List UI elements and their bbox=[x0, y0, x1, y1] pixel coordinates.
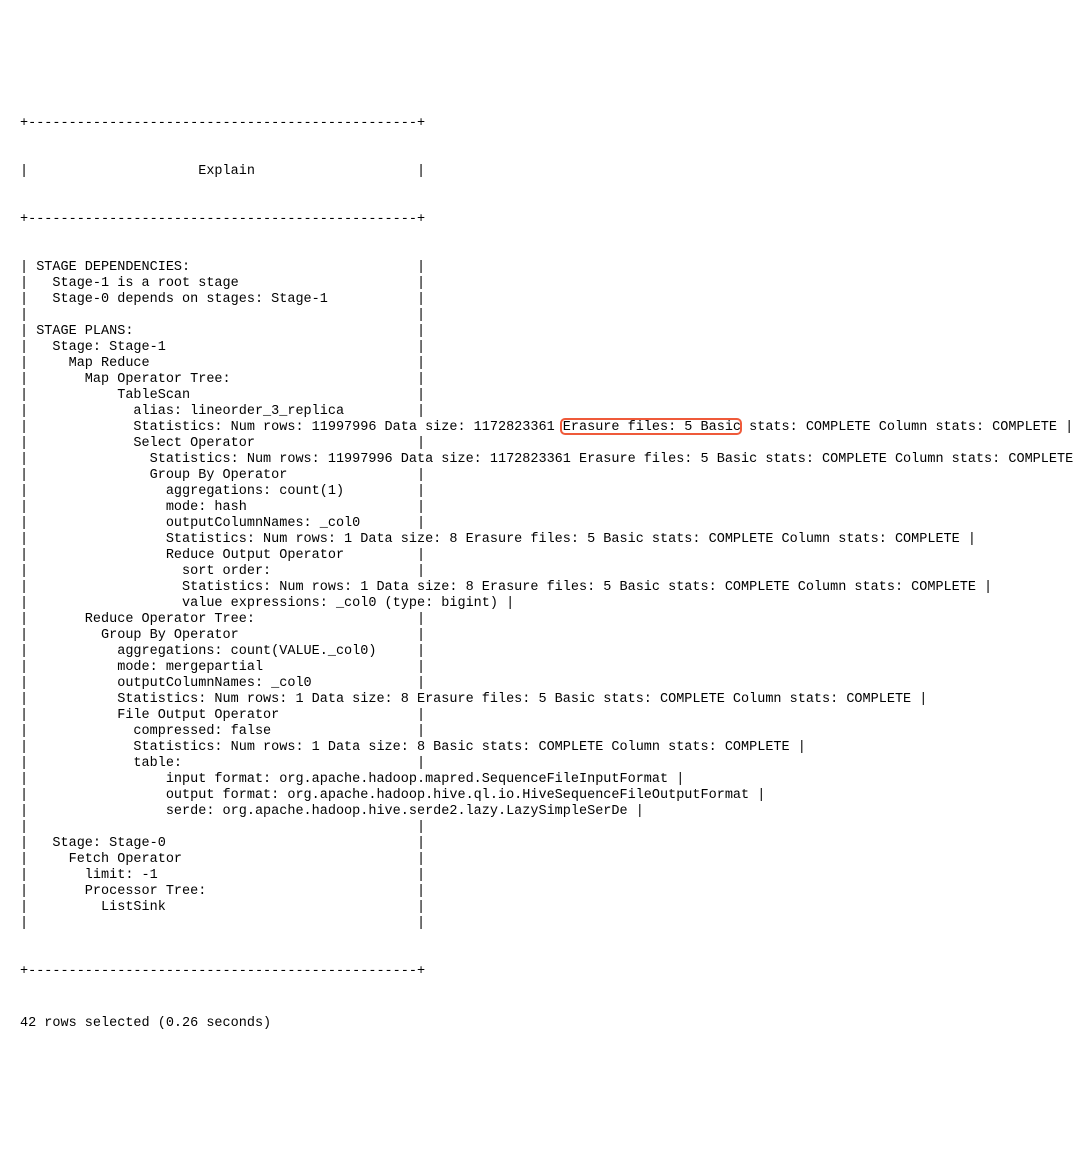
explain-line: | outputColumnNames: _col0 | bbox=[20, 516, 1060, 532]
explain-line: | STAGE PLANS: | bbox=[20, 324, 1060, 340]
explain-plan-output: +---------------------------------------… bbox=[20, 84, 1060, 1064]
explain-line: | alias: lineorder_3_replica | bbox=[20, 404, 1060, 420]
explain-line: | TableScan | bbox=[20, 388, 1060, 404]
explain-line: | outputColumnNames: _col0 | bbox=[20, 676, 1060, 692]
explain-line: | Group By Operator | bbox=[20, 468, 1060, 484]
explain-line: | Map Reduce | bbox=[20, 356, 1060, 372]
explain-line: | table: | bbox=[20, 756, 1060, 772]
explain-line: | | bbox=[20, 916, 1060, 932]
explain-line: | STAGE DEPENDENCIES: | bbox=[20, 260, 1060, 276]
explain-line: | Statistics: Num rows: 11997996 Data si… bbox=[20, 420, 1060, 436]
explain-line: | ListSink | bbox=[20, 900, 1060, 916]
explain-line: | output format: org.apache.hadoop.hive.… bbox=[20, 788, 1060, 804]
explain-line: | | bbox=[20, 820, 1060, 836]
explain-line: | Stage: Stage-0 | bbox=[20, 836, 1060, 852]
explain-line: | aggregations: count(VALUE._col0) | bbox=[20, 644, 1060, 660]
explain-line: | Reduce Operator Tree: | bbox=[20, 612, 1060, 628]
explain-line: | compressed: false | bbox=[20, 724, 1060, 740]
explain-line: | Stage-1 is a root stage | bbox=[20, 276, 1060, 292]
explain-line: | Map Operator Tree: | bbox=[20, 372, 1060, 388]
explain-line: | Stage: Stage-1 | bbox=[20, 340, 1060, 356]
explain-line: | Group By Operator | bbox=[20, 628, 1060, 644]
explain-line: | sort order: | bbox=[20, 564, 1060, 580]
explain-body: | STAGE DEPENDENCIES: || Stage-1 is a ro… bbox=[20, 260, 1060, 932]
explain-line: | File Output Operator | bbox=[20, 708, 1060, 724]
explain-line: | serde: org.apache.hadoop.hive.serde2.l… bbox=[20, 804, 1060, 820]
explain-line: | Statistics: Num rows: 11997996 Data si… bbox=[20, 452, 1060, 468]
explain-line: | aggregations: count(1) | bbox=[20, 484, 1060, 500]
explain-line: | Select Operator | bbox=[20, 436, 1060, 452]
table-rule: +---------------------------------------… bbox=[20, 116, 1060, 132]
explain-line: | value expressions: _col0 (type: bigint… bbox=[20, 596, 1060, 612]
explain-line: | mode: mergepartial | bbox=[20, 660, 1060, 676]
rows-selected-footer: 42 rows selected (0.26 seconds) bbox=[20, 1016, 1060, 1032]
table-rule: +---------------------------------------… bbox=[20, 964, 1060, 980]
explain-line: | Stage-0 depends on stages: Stage-1 | bbox=[20, 292, 1060, 308]
table-rule: +---------------------------------------… bbox=[20, 212, 1060, 228]
explain-line: | Fetch Operator | bbox=[20, 852, 1060, 868]
explain-line: | | bbox=[20, 308, 1060, 324]
explain-line: | mode: hash | bbox=[20, 500, 1060, 516]
table-header: | Explain | bbox=[20, 164, 1060, 180]
explain-line: | Statistics: Num rows: 1 Data size: 8 E… bbox=[20, 692, 1060, 708]
explain-line: | Statistics: Num rows: 1 Data size: 8 B… bbox=[20, 740, 1060, 756]
explain-line: | limit: -1 | bbox=[20, 868, 1060, 884]
explain-line: | input format: org.apache.hadoop.mapred… bbox=[20, 772, 1060, 788]
explain-line: | Processor Tree: | bbox=[20, 884, 1060, 900]
explain-line: | Reduce Output Operator | bbox=[20, 548, 1060, 564]
explain-line: | Statistics: Num rows: 1 Data size: 8 E… bbox=[20, 580, 1060, 596]
explain-line: | Statistics: Num rows: 1 Data size: 8 E… bbox=[20, 532, 1060, 548]
